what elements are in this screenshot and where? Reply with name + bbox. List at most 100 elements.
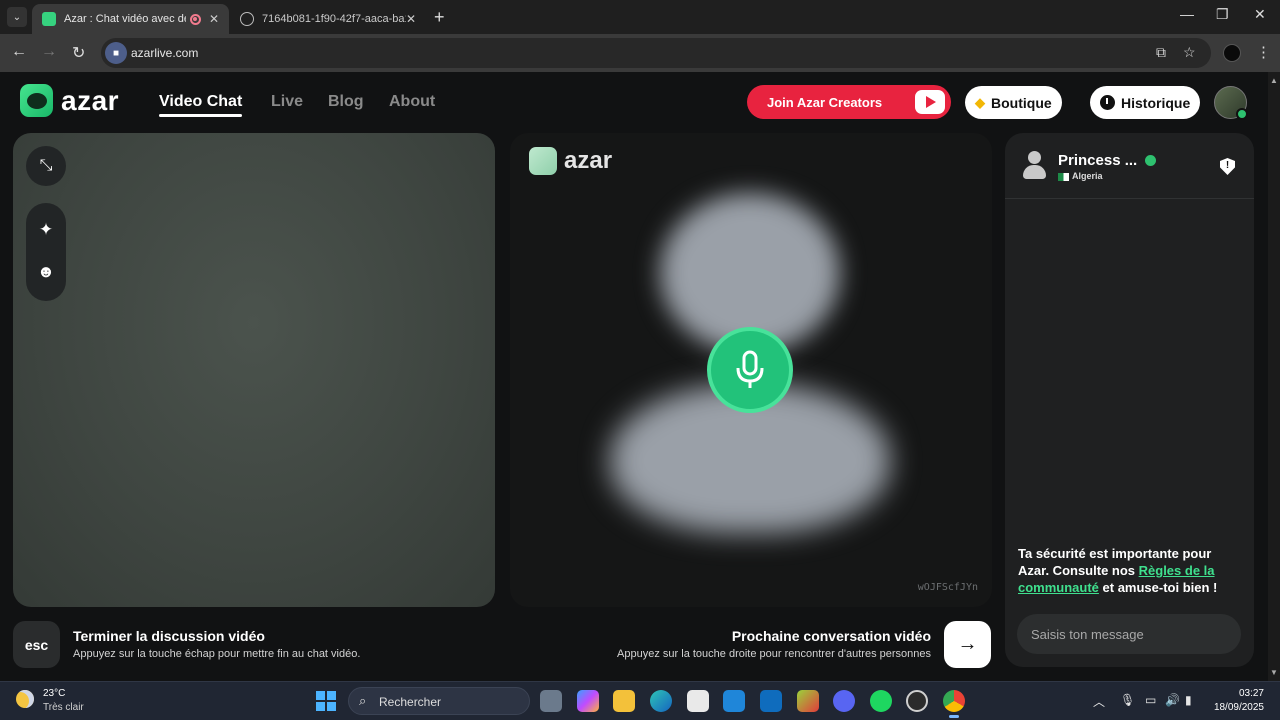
esc-key-button[interactable]: esc — [13, 621, 60, 668]
maximize-button[interactable]: ❐ — [1216, 6, 1229, 23]
tab-close-icon[interactable]: ✕ — [209, 12, 219, 26]
partner-avatar-icon[interactable] — [1021, 151, 1047, 181]
weather-temperature[interactable]: 23°C — [43, 688, 65, 699]
partner-name[interactable]: Princess ... — [1058, 152, 1137, 169]
youtube-play-icon — [915, 90, 945, 114]
chat-panel: Princess ... Algeria ! Ta sécurité est i… — [1005, 133, 1254, 667]
end-chat-title: Terminer la discussion vidéo — [73, 628, 265, 644]
windows-taskbar: 23°C Très clair ⌕ Rechercher ︿ 🎙 ▭ 🔊 ▮ 0… — [0, 681, 1280, 720]
weather-description[interactable]: Très clair — [43, 702, 84, 713]
azar-logo-icon[interactable] — [20, 84, 53, 117]
clock-date-text: 18/09/2025 — [1213, 702, 1264, 713]
azar-page: azar Video Chat Live Blog About Join Aza… — [0, 72, 1268, 681]
copilot-icon[interactable] — [577, 690, 599, 712]
azar-watermark-icon — [529, 147, 557, 175]
address-bar[interactable]: ■ azarlive.com ⧉ ☆ — [101, 38, 1211, 68]
message-input[interactable] — [1017, 614, 1241, 654]
join-creators-button[interactable]: Join Azar Creators — [747, 85, 951, 119]
chrome-icon[interactable] — [943, 690, 965, 718]
video-tools-group: ✦ ☻ — [26, 203, 66, 301]
tab-title: Azar : Chat vidéo avec de n — [64, 13, 186, 25]
end-chat-hint: Appuyez sur la touche échap pour mettre … — [73, 648, 361, 660]
taskbar-search[interactable]: ⌕ Rechercher — [348, 687, 530, 715]
verified-badge-icon — [1145, 155, 1156, 166]
close-window-button[interactable]: ✕ — [1254, 6, 1266, 23]
azar-logo-text[interactable]: azar — [61, 85, 119, 117]
stack-app-icon[interactable] — [797, 690, 819, 712]
spotify-icon[interactable] — [870, 690, 892, 712]
browser-profile-icon[interactable] — [1223, 44, 1241, 62]
clock-date[interactable]: 03:27 18/09/2025 — [1214, 687, 1264, 715]
safety-notice: Ta sécurité est importante pour Azar. Co… — [1018, 545, 1244, 596]
minimize-button[interactable]: — — [1180, 6, 1194, 22]
boutique-label: Boutique — [991, 94, 1052, 111]
vscode-icon[interactable] — [723, 690, 745, 712]
azar-watermark-text: azar — [564, 147, 613, 174]
back-button[interactable]: ← — [11, 43, 27, 61]
session-code: wOJFScfJYn — [917, 582, 978, 593]
recording-icon — [189, 13, 201, 25]
diamond-icon: ◆ — [975, 94, 985, 110]
volume-icon[interactable]: 🔊 — [1165, 693, 1180, 707]
forward-button[interactable]: → — [41, 43, 57, 61]
scroll-down-icon[interactable]: ▼ — [1270, 668, 1278, 677]
self-video-feed: ⤡ ✦ ☻ — [13, 133, 495, 607]
minimize-video-icon[interactable]: ⤡ — [26, 146, 66, 186]
safety-text-suffix: et amuse-toi bien ! — [1098, 580, 1218, 595]
arrow-right-icon: → — [957, 633, 978, 655]
tab-second[interactable]: 7164b081-1f90-42f7-aaca-ba1 ✕ — [230, 4, 426, 34]
new-tab-button[interactable]: + — [434, 7, 445, 28]
clock-icon — [1100, 95, 1115, 110]
partner-country: Algeria — [1072, 171, 1103, 181]
weather-moon-icon[interactable] — [16, 690, 34, 708]
browser-tab-bar: ⌄ Azar : Chat vidéo avec de n ✕ 7164b081… — [0, 0, 1280, 34]
nav-blog[interactable]: Blog — [328, 93, 364, 111]
search-icon: ⌕ — [359, 693, 367, 708]
bookmark-star-icon[interactable]: ☆ — [1183, 44, 1196, 61]
azar-favicon-icon — [42, 12, 56, 26]
nav-live[interactable]: Live — [271, 93, 303, 111]
globe-icon — [240, 12, 254, 26]
report-shield-icon[interactable]: ! — [1220, 158, 1235, 175]
tray-overflow-icon[interactable]: ︿ — [1093, 693, 1105, 710]
battery-icon[interactable]: ▮ — [1185, 693, 1192, 707]
tab-search-icon[interactable]: ⌄ — [7, 7, 27, 27]
tab-close-icon[interactable]: ✕ — [406, 12, 416, 26]
network-icon[interactable]: ▭ — [1145, 693, 1156, 707]
store-icon[interactable] — [687, 690, 709, 712]
windows-start-icon[interactable] — [316, 691, 336, 711]
partner-video-feed: azar wOJFScfJYn — [510, 133, 992, 607]
user-avatar[interactable] — [1214, 86, 1248, 120]
tab-azar[interactable]: Azar : Chat vidéo avec de n ✕ — [32, 4, 229, 34]
sparkle-effects-icon[interactable]: ✦ — [26, 220, 66, 240]
clock-time: 03:27 — [1238, 688, 1264, 699]
install-app-icon[interactable]: ⧉ — [1156, 44, 1166, 61]
outlook-icon[interactable] — [760, 690, 782, 712]
algeria-flag-icon — [1058, 173, 1069, 181]
camera-icon[interactable]: ■ — [105, 42, 127, 64]
microphone-icon — [707, 327, 793, 413]
discord-icon[interactable] — [833, 690, 855, 712]
search-label: Rechercher — [379, 695, 442, 709]
next-chat-hint: Appuyez sur la touche droite pour rencon… — [617, 648, 931, 660]
join-creators-label: Join Azar Creators — [767, 94, 883, 110]
next-arrow-button[interactable]: → — [944, 621, 991, 668]
next-chat-title: Prochaine conversation vidéo — [731, 628, 931, 644]
obs-icon[interactable] — [906, 690, 928, 712]
task-view-icon[interactable] — [540, 690, 562, 712]
nav-video-chat[interactable]: Video Chat — [159, 93, 243, 117]
page-scrollbar[interactable]: ▲ ▼ — [1268, 72, 1280, 681]
nav-about[interactable]: About — [389, 93, 435, 111]
edge-icon[interactable] — [650, 690, 672, 712]
face-filter-icon[interactable]: ☻ — [26, 262, 66, 282]
browser-menu-icon[interactable]: ⋮ — [1256, 43, 1271, 61]
historique-button[interactable]: Historique — [1090, 86, 1201, 119]
tab-title: 7164b081-1f90-42f7-aaca-ba1 — [262, 13, 406, 25]
reload-button[interactable]: ↻ — [72, 43, 85, 63]
browser-toolbar: ← → ↻ ■ azarlive.com ⧉ ☆ ⋮ — [0, 34, 1280, 72]
boutique-button[interactable]: ◆ Boutique — [965, 86, 1062, 119]
tray-microphone-icon[interactable]: 🎙 — [1120, 693, 1135, 707]
url-text[interactable]: azarlive.com — [131, 46, 198, 60]
file-explorer-icon[interactable] — [613, 690, 635, 712]
scroll-up-icon[interactable]: ▲ — [1270, 76, 1278, 85]
